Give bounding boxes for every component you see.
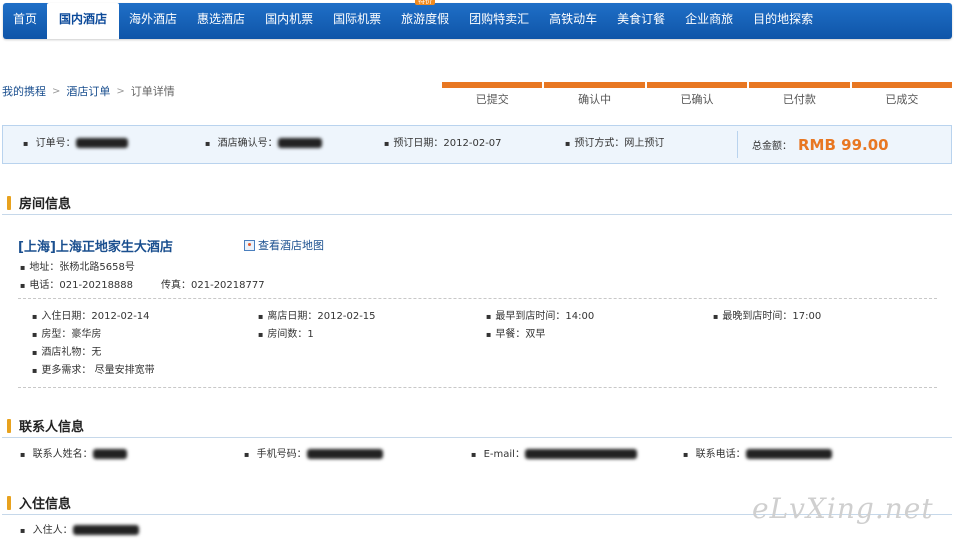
nav-item-vacation-label: 旅游度假 [401, 12, 450, 26]
special-requests: 更多需求： 尽量安排宽带 [32, 361, 154, 376]
progress-step: 已提交 [442, 82, 543, 107]
room-info-title: 房间信息 [19, 197, 72, 212]
nav-item-home[interactable]: 首页 [3, 3, 47, 39]
room-info-heading: 房间信息 [7, 193, 71, 212]
progress-bar [749, 82, 850, 88]
guest-name-label: 入住人： [32, 525, 73, 536]
dashed-divider [18, 387, 937, 388]
contact-mobile-label: 手机号码： [256, 449, 307, 460]
progress-step: 已确认 [646, 82, 748, 107]
nav-item-food[interactable]: 美食订餐 [607, 3, 675, 39]
contact-name-label: 联系人姓名： [32, 449, 93, 460]
redacted-order-number [75, 138, 128, 148]
hotel-confirm-number: 酒店确认号： [205, 134, 322, 149]
total-amount: RMB 99.00 [798, 135, 889, 154]
breadcrumb-my-ctrip[interactable]: 我的携程 [2, 83, 46, 99]
hotel-gift: 酒店礼物：无 [32, 343, 101, 358]
latest-arrival: 最晚到店时间：17:00 [713, 307, 821, 322]
hotel-fax: 传真：021-20218777 [161, 280, 265, 291]
progress-label: 已付款 [782, 93, 816, 106]
progress-label: 已提交 [475, 93, 509, 106]
hotel-name-link[interactable]: [上海]上海正地家生大酒店 [18, 236, 173, 255]
contact-name: 联系人姓名： [20, 445, 127, 460]
map-icon [244, 239, 255, 251]
booking-date: 预订日期：2012-02-07 [384, 134, 501, 149]
nav-item-vacation[interactable]: 旅游度假 特价 [391, 0, 459, 39]
order-summary: 订单号： 酒店确认号： 预订日期：2012-02-07 预订方式：网上预订 总金… [2, 125, 952, 164]
progress-step: 已付款 [749, 82, 850, 107]
nav-item-intl-flight[interactable]: 国际机票 [323, 3, 391, 39]
nav-item-domestic-flight[interactable]: 国内机票 [255, 3, 323, 39]
order-progress: 已提交 确认中 已确认 已付款 已成交 [442, 82, 953, 107]
redacted-tel [745, 449, 832, 459]
main-nav: 首页 国内酒店 海外酒店 惠选酒店 国内机票 国际机票 旅游度假 特价 团购特卖… [3, 0, 952, 39]
contact-email-label: E-mail： [483, 449, 525, 460]
order-number: 订单号： [23, 134, 128, 149]
breakfast: 早餐：双早 [486, 325, 545, 340]
redacted-contact-name [92, 449, 127, 459]
redacted-guest-name [72, 525, 139, 535]
progress-step: 确认中 [544, 82, 645, 107]
progress-step: 已成交 [851, 82, 953, 107]
checkout-date: 离店日期：2012-02-15 [258, 307, 375, 322]
divider [2, 437, 952, 438]
nav-item-groupbuy[interactable]: 团购特卖汇 [459, 3, 539, 39]
section-marker [7, 495, 11, 510]
progress-label: 已成交 [885, 93, 919, 106]
contact-tel: 联系电话： [683, 445, 832, 460]
chevron-right-icon: > [52, 85, 61, 97]
guest-info-title: 入住信息 [19, 497, 72, 512]
nav-item-corporate[interactable]: 企业商旅 [675, 3, 743, 39]
progress-bar [442, 82, 543, 88]
contact-info-heading: 联系人信息 [7, 416, 84, 435]
booking-method: 预订方式：网上预订 [565, 134, 664, 149]
checkin-date: 入住日期：2012-02-14 [32, 307, 149, 322]
progress-bar [544, 82, 645, 88]
room-count: 房间数：1 [258, 325, 313, 340]
breadcrumb-hotel-orders[interactable]: 酒店订单 [66, 83, 110, 99]
hotel-confirm-number-label: 酒店确认号： [217, 138, 278, 149]
section-marker [7, 195, 11, 210]
breadcrumb-current: 订单详情 [130, 85, 175, 98]
progress-label: 已确认 [680, 93, 714, 106]
order-number-label: 订单号： [35, 138, 76, 149]
nav-item-deal-hotel[interactable]: 惠选酒店 [187, 3, 255, 39]
guest-info-heading: 入住信息 [7, 493, 71, 512]
chevron-right-icon: > [116, 85, 125, 97]
contact-info-title: 联系人信息 [19, 420, 85, 435]
nav-item-destination[interactable]: 目的地探索 [743, 3, 823, 39]
dashed-divider [18, 298, 937, 299]
view-map-label: 查看酒店地图 [258, 239, 324, 252]
total-label: 总金额： [752, 141, 792, 152]
view-map-link[interactable]: 查看酒店地图 [244, 237, 324, 253]
site-watermark: eLvXing.net [752, 492, 934, 525]
hotel-address: 地址：张杨北路5658号 [20, 258, 134, 273]
nav-item-overseas-hotel[interactable]: 海外酒店 [119, 3, 187, 39]
guest-name: 入住人： [20, 521, 139, 536]
nav-item-rail[interactable]: 高铁动车 [539, 3, 607, 39]
redacted-confirm-number [277, 138, 322, 148]
section-marker [7, 418, 11, 433]
total-amount-box: 总金额： RMB 99.00 [737, 131, 889, 158]
progress-label: 确认中 [578, 93, 612, 106]
room-type: 房型：豪华房 [32, 325, 101, 340]
hotel-phone: 电话：021-20218888 [20, 276, 133, 291]
breadcrumb: 我的携程 > 酒店订单 > 订单详情 [2, 83, 175, 99]
redacted-mobile [306, 449, 383, 459]
divider [2, 214, 952, 215]
new-badge: 特价 [415, 0, 436, 5]
contact-tel-label: 联系电话： [695, 449, 746, 460]
redacted-email [524, 449, 637, 459]
earliest-arrival: 最早到店时间：14:00 [486, 307, 594, 322]
nav-item-domestic-hotel[interactable]: 国内酒店 [47, 3, 120, 39]
contact-email: E-mail： [471, 445, 637, 460]
progress-bar [851, 82, 953, 88]
contact-mobile: 手机号码： [244, 445, 383, 460]
progress-bar [646, 82, 748, 88]
